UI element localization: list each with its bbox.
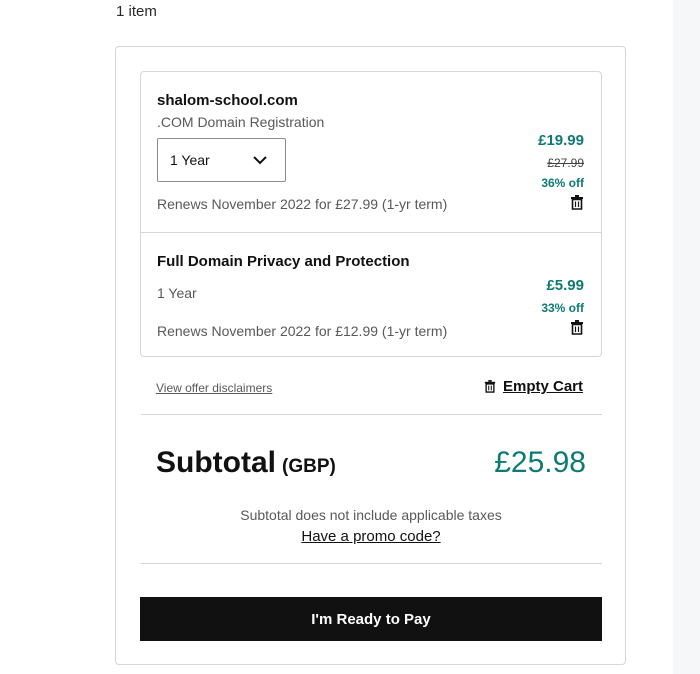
item-title: shalom-school.com — [157, 92, 298, 109]
subtotal-label: Subtotal — [156, 446, 276, 479]
promo-code-row: Have a promo code? — [140, 528, 602, 546]
promo-code-link[interactable]: Have a promo code? — [301, 528, 440, 545]
item-discount: 33% off — [541, 301, 584, 315]
view-offer-disclaimers-link[interactable]: View offer disclaimers — [156, 381, 272, 395]
item-discount: 36% off — [541, 176, 584, 190]
item-price: £19.99 — [538, 132, 584, 149]
item-renewal-note: Renews November 2022 for £12.99 (1-yr te… — [157, 323, 448, 339]
divider — [141, 563, 602, 564]
term-select[interactable]: 1 Year — [157, 138, 286, 182]
term-select-value: 1 Year — [170, 152, 210, 168]
divider — [141, 414, 602, 415]
item-divider — [141, 232, 601, 233]
chevron-down-icon — [253, 156, 267, 165]
empty-cart-button[interactable]: Empty Cart — [484, 378, 583, 395]
tax-note: Subtotal does not include applicable tax… — [240, 507, 502, 523]
subtotal-row: Subtotal (GBP) — [156, 446, 336, 480]
scrollbar-track — [673, 0, 700, 674]
item-original-price: £27.99 — [547, 156, 584, 170]
subtotal-currency: (GBP) — [282, 456, 336, 477]
item-price: £5.99 — [546, 277, 584, 294]
item-title: Full Domain Privacy and Protection — [157, 253, 410, 270]
item-term: 1 Year — [157, 285, 197, 301]
trash-icon — [484, 380, 496, 393]
ready-to-pay-button[interactable]: I'm Ready to Pay — [140, 597, 602, 641]
trash-icon[interactable] — [570, 320, 584, 335]
item-count: 1 item — [116, 3, 157, 20]
empty-cart-label: Empty Cart — [503, 378, 584, 395]
subtotal-amount: £25.98 — [494, 446, 586, 479]
trash-icon[interactable] — [570, 195, 584, 210]
item-subtitle: .COM Domain Registration — [157, 114, 325, 130]
item-renewal-note: Renews November 2022 for £27.99 (1-yr te… — [157, 196, 448, 212]
